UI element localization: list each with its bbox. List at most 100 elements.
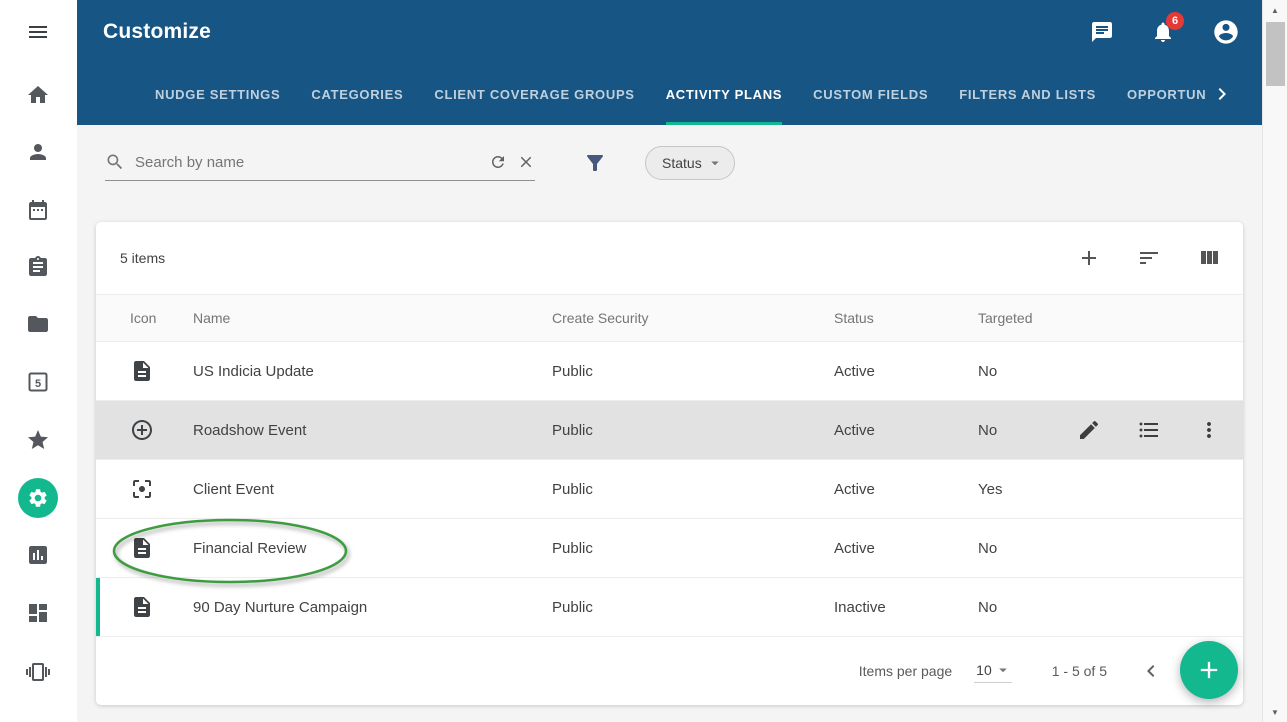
scroll-up-button[interactable]: ▲: [1263, 0, 1287, 20]
more-options-button[interactable]: [1197, 418, 1221, 442]
dashboard-icon: [26, 601, 50, 625]
row-status: Inactive: [834, 599, 978, 616]
number-5-icon: [26, 370, 50, 394]
chat-icon: [1090, 20, 1114, 44]
tab-filters-and-lists[interactable]: FILTERS AND LISTS: [959, 63, 1096, 125]
page-title: Customize: [103, 20, 211, 44]
sort-button[interactable]: [1137, 246, 1161, 270]
folder-icon: [26, 312, 50, 336]
hamburger-icon: [26, 20, 50, 44]
column-header-targeted: Targeted: [978, 310, 1074, 326]
more-vert-icon: [1197, 418, 1221, 442]
columns-button[interactable]: [1197, 246, 1221, 270]
filter-bar: Status: [77, 125, 1262, 200]
sidebar-item-calendar[interactable]: [18, 190, 58, 230]
row-create-security: Public: [552, 599, 834, 616]
vibration-icon: [26, 660, 50, 684]
tab-custom-fields[interactable]: CUSTOM FIELDS: [813, 63, 928, 125]
clear-search-button[interactable]: [517, 153, 535, 171]
sidebar-item-analytics[interactable]: [18, 535, 58, 575]
row-create-security: Public: [552, 422, 834, 439]
tab-client-coverage-groups[interactable]: CLIENT COVERAGE GROUPS: [434, 63, 634, 125]
vertical-scrollbar[interactable]: ▲ ▼: [1262, 0, 1287, 722]
steps-list-button[interactable]: [1137, 418, 1161, 442]
tab-activity-plans[interactable]: ACTIVITY PLANS: [666, 63, 782, 125]
account-icon: [1212, 18, 1240, 46]
plus-icon: [1195, 656, 1223, 684]
sidebar-item-files[interactable]: [18, 304, 58, 344]
items-per-page-label: Items per page: [859, 663, 952, 679]
status-filter-chip[interactable]: Status: [645, 146, 735, 180]
search-box: [105, 145, 535, 181]
table-row[interactable]: 90 Day Nurture Campaign Public Inactive …: [96, 578, 1243, 637]
table-row[interactable]: US Indicia Update Public Active No: [96, 342, 1243, 401]
list-icon: [1137, 418, 1161, 442]
home-icon: [26, 83, 50, 107]
refresh-icon: [489, 153, 507, 171]
sidebar-item-settings[interactable]: [18, 478, 58, 518]
table-header: Icon Name Create Security Status Targete…: [96, 294, 1243, 342]
tab-nudge-settings[interactable]: NUDGE SETTINGS: [155, 63, 280, 125]
scrollbar-thumb[interactable]: [1266, 22, 1285, 86]
table-row[interactable]: Client Event Public Active Yes: [96, 460, 1243, 519]
row-status: Active: [834, 540, 978, 557]
chevron-down-icon: [994, 661, 1012, 679]
sidebar-item-home[interactable]: [18, 75, 58, 115]
row-targeted: No: [978, 422, 1074, 439]
person-icon: [26, 140, 50, 164]
table-row[interactable]: Roadshow Event Public Active No: [96, 401, 1243, 460]
tabs-overflow-button[interactable]: [1210, 82, 1234, 106]
page-size-select[interactable]: 10: [974, 659, 1012, 683]
table-row[interactable]: Financial Review Public Active No: [96, 519, 1243, 578]
row-create-security: Public: [552, 363, 834, 380]
edit-button[interactable]: [1077, 418, 1101, 442]
account-button[interactable]: [1212, 18, 1240, 46]
clipboard-icon: [26, 255, 50, 279]
tab-bar: NUDGE SETTINGS CATEGORIES CLIENT COVERAG…: [77, 63, 1262, 125]
chevron-left-icon: [1139, 659, 1163, 683]
chat-button[interactable]: [1090, 20, 1114, 44]
sidebar-item-favorites[interactable]: [18, 420, 58, 460]
refresh-button[interactable]: [489, 153, 507, 171]
gear-icon: [27, 487, 49, 509]
column-header-status: Status: [834, 310, 978, 326]
sidebar-item-notifications-settings[interactable]: [18, 652, 58, 692]
sidebar-item-contacts[interactable]: [18, 132, 58, 172]
add-activity-plan-fab[interactable]: [1180, 641, 1238, 699]
sidebar-item-tasks[interactable]: [18, 247, 58, 287]
row-name: US Indicia Update: [193, 363, 552, 380]
document-icon: [130, 595, 193, 619]
row-targeted: No: [978, 540, 1074, 557]
row-name: Client Event: [193, 481, 552, 498]
plus-icon: [1077, 246, 1101, 270]
row-targeted: Yes: [978, 481, 1074, 498]
row-name: Financial Review: [193, 540, 552, 557]
add-circle-icon: [130, 418, 193, 442]
toolbar-icons: [1077, 246, 1221, 270]
sidebar-item-dashboard[interactable]: [18, 593, 58, 633]
scroll-down-button[interactable]: ▼: [1263, 702, 1287, 722]
row-targeted: No: [978, 363, 1074, 380]
close-icon: [517, 153, 535, 171]
card-toolbar: 5 items: [96, 222, 1243, 294]
row-create-security: Public: [552, 481, 834, 498]
document-icon: [130, 359, 193, 383]
previous-page-button[interactable]: [1139, 659, 1163, 683]
pencil-icon: [1077, 418, 1101, 442]
notifications-button[interactable]: 6: [1151, 20, 1175, 44]
column-header-name: Name: [193, 310, 552, 326]
row-name: 90 Day Nurture Campaign: [193, 599, 552, 616]
filter-button[interactable]: [583, 151, 607, 175]
chevron-right-icon: [1210, 82, 1234, 106]
menu-button[interactable]: [18, 12, 58, 52]
sidebar-item-five[interactable]: [18, 362, 58, 402]
search-input[interactable]: [135, 154, 479, 171]
content-area: Status 5 items Icon Name Cre: [77, 125, 1262, 722]
add-item-button[interactable]: [1077, 246, 1101, 270]
main-area: Customize 6 NUDGE SETTINGS CATEGORIES CL…: [77, 0, 1262, 722]
column-header-icon: Icon: [130, 310, 193, 326]
row-actions: [1074, 418, 1243, 442]
tab-opportunities[interactable]: OPPORTUN: [1127, 63, 1206, 125]
page-size-value: 10: [976, 662, 992, 678]
tab-categories[interactable]: CATEGORIES: [311, 63, 403, 125]
